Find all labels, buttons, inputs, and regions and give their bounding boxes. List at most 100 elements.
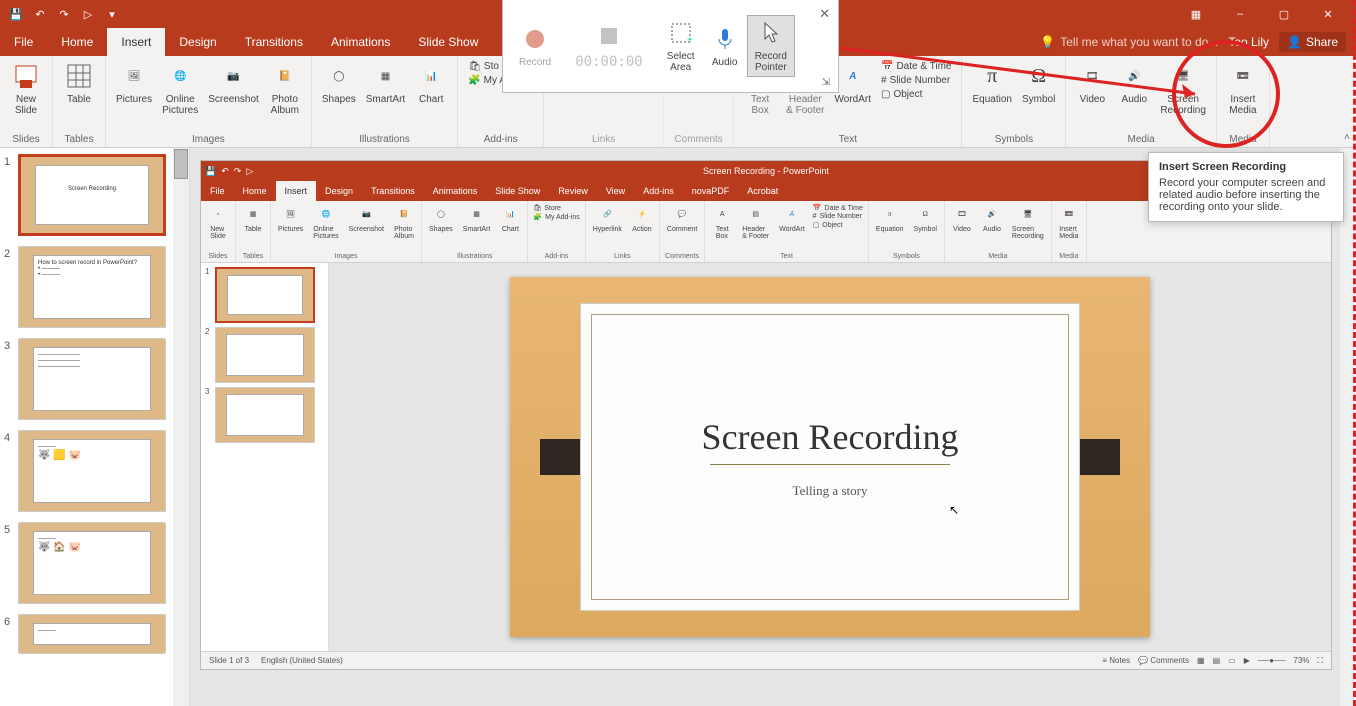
nested-tab-transitions[interactable]: Transitions xyxy=(362,181,424,201)
slide-thumbnail[interactable]: 2How to screen record in PowerPoint?• ——… xyxy=(0,244,189,330)
nested-thumbnail[interactable]: 2 xyxy=(205,327,324,383)
tab-transitions[interactable]: Transitions xyxy=(231,28,317,56)
shapes-button[interactable]: ◯Shapes xyxy=(318,58,360,132)
thumbnail-scrollbar[interactable] xyxy=(173,148,189,706)
minimize-icon[interactable]: – xyxy=(1220,0,1260,28)
close-icon[interactable]: ✕ xyxy=(1308,0,1348,28)
nested-datetime[interactable]: 📅 Date & Time xyxy=(811,204,865,212)
nested-table[interactable]: ▦Table xyxy=(239,202,267,251)
nested-shapes[interactable]: ◯Shapes xyxy=(425,202,457,251)
nested-wordart[interactable]: AWordArt xyxy=(775,202,809,251)
equation-button[interactable]: πEquation xyxy=(968,58,1015,132)
qat-more-icon[interactable]: ▾ xyxy=(104,6,120,22)
table-button[interactable]: Table xyxy=(59,58,99,132)
nested-thumbnail[interactable]: 1 xyxy=(205,267,324,323)
nested-tab-view[interactable]: View xyxy=(597,181,634,201)
nested-new-slide[interactable]: ▫New Slide xyxy=(204,202,232,251)
save-icon[interactable]: 💾 xyxy=(205,166,216,177)
symbol-button[interactable]: ΩSymbol xyxy=(1018,58,1059,132)
tell-me-search[interactable]: 💡 Tell me what you want to do... xyxy=(1040,35,1218,49)
zoom-level[interactable]: 73% xyxy=(1293,656,1309,665)
save-icon[interactable]: 💾 xyxy=(8,6,24,22)
nested-hyperlink[interactable]: 🔗Hyperlink xyxy=(589,202,626,251)
nested-online-pics[interactable]: 🌐Online Pictures xyxy=(309,202,342,251)
slide-thumbnail[interactable]: 6——— xyxy=(0,612,189,656)
chart-button[interactable]: 📊Chart xyxy=(411,58,451,132)
nested-screenrec[interactable]: 🖥Screen Recording xyxy=(1008,202,1048,251)
nested-audio[interactable]: 🔊Audio xyxy=(978,202,1006,251)
new-slide-button[interactable]: New Slide xyxy=(6,58,46,132)
nested-textbox[interactable]: AText Box xyxy=(708,202,736,251)
undo-icon[interactable]: ↶ xyxy=(32,6,48,22)
comments-button[interactable]: 💬 Comments xyxy=(1138,656,1189,665)
nested-equation[interactable]: πEquation xyxy=(872,202,908,251)
photo-album-button[interactable]: 📔Photo Album xyxy=(265,58,305,132)
nested-store[interactable]: 🛍 Store xyxy=(531,204,581,212)
tab-design[interactable]: Design xyxy=(165,28,230,56)
nested-object[interactable]: ▢ Object xyxy=(811,221,865,229)
nested-slidenum[interactable]: # Slide Number xyxy=(811,213,865,220)
object-button[interactable]: ▢Object xyxy=(877,88,955,101)
nested-pictures[interactable]: 🖼Pictures xyxy=(274,202,307,251)
screen-recording-button[interactable]: 🖥Screen Recording xyxy=(1156,58,1210,132)
view-slideshow-icon[interactable]: ▶ xyxy=(1244,656,1250,665)
tab-file[interactable]: File xyxy=(0,28,47,56)
view-normal-icon[interactable]: ▦ xyxy=(1197,656,1205,665)
nested-insertmedia[interactable]: 📼Insert Media xyxy=(1055,202,1083,251)
record-toolbar-close-icon[interactable]: ✕ xyxy=(819,6,830,22)
nested-chart[interactable]: 📊Chart xyxy=(496,202,524,251)
nested-tab-animations[interactable]: Animations xyxy=(424,181,487,201)
tab-insert[interactable]: Insert xyxy=(107,28,165,56)
nested-tab-insert[interactable]: Insert xyxy=(276,181,317,201)
smartart-button[interactable]: ▦SmartArt xyxy=(362,58,409,132)
tab-animations[interactable]: Animations xyxy=(317,28,404,56)
nested-smartart[interactable]: ▦SmartArt xyxy=(459,202,495,251)
record-audio-button[interactable]: Audio xyxy=(703,21,747,72)
record-toolbar-pin-icon[interactable]: ⇲ xyxy=(822,77,830,88)
view-sorter-icon[interactable]: ▤ xyxy=(1213,656,1221,665)
audio-button[interactable]: 🔊Audio xyxy=(1114,58,1154,132)
nested-comment[interactable]: 💬Comment xyxy=(663,202,701,251)
video-button[interactable]: 🎞Video xyxy=(1072,58,1112,132)
share-button[interactable]: 👤 Share xyxy=(1279,32,1346,52)
ribbon-display-icon[interactable]: ▦ xyxy=(1176,0,1216,28)
undo-icon[interactable]: ↶ xyxy=(221,166,229,177)
nested-tab-addins[interactable]: Add-ins xyxy=(634,181,683,201)
datetime-button[interactable]: 📅Date & Time xyxy=(877,60,955,73)
nested-video[interactable]: 🎞Video xyxy=(948,202,976,251)
nested-slide-canvas[interactable]: Screen Recording Telling a story ↖ xyxy=(329,263,1331,651)
tab-slideshow[interactable]: Slide Show xyxy=(404,28,492,56)
collapse-ribbon-icon[interactable]: ˄ xyxy=(1344,132,1350,143)
nested-symbol[interactable]: ΩSymbol xyxy=(910,202,941,251)
slide-thumbnail[interactable]: 5———🐺 🏠 🐷 xyxy=(0,520,189,606)
nested-tab-design[interactable]: Design xyxy=(316,181,362,201)
slide-thumbnail[interactable]: 1Screen Recording xyxy=(0,152,189,238)
main-scrollbar[interactable] xyxy=(1340,148,1356,706)
screenshot-button[interactable]: 📷Screenshot xyxy=(204,58,263,132)
maximize-icon[interactable]: ▢ xyxy=(1264,0,1304,28)
nested-tab-home[interactable]: Home xyxy=(234,181,276,201)
nested-tab-acrobat[interactable]: Acrobat xyxy=(738,181,787,201)
nested-tab-slideshow[interactable]: Slide Show xyxy=(486,181,549,201)
nested-screenshot[interactable]: 📷Screenshot xyxy=(345,202,388,251)
select-area-button[interactable]: + Select Area xyxy=(659,15,703,77)
nested-thumbnail[interactable]: 3 xyxy=(205,387,324,443)
tab-home[interactable]: Home xyxy=(47,28,107,56)
slide-subtitle-text[interactable]: Telling a story xyxy=(793,483,868,499)
online-pictures-button[interactable]: 🌐Online Pictures xyxy=(158,58,202,132)
zoom-slider[interactable]: ──●── xyxy=(1258,656,1286,665)
slide-title-text[interactable]: Screen Recording xyxy=(702,416,959,458)
fit-to-window-icon[interactable]: ⛶ xyxy=(1317,656,1323,666)
from-beginning-icon[interactable]: ▷ xyxy=(246,166,253,177)
nested-tab-review[interactable]: Review xyxy=(549,181,597,201)
language-status[interactable]: English (United States) xyxy=(261,656,343,665)
nested-album[interactable]: 📔Photo Album xyxy=(390,202,418,251)
redo-icon[interactable]: ↷ xyxy=(56,6,72,22)
record-button[interactable]: Record xyxy=(511,21,559,72)
pictures-button[interactable]: 🖼Pictures xyxy=(112,58,156,132)
nested-action[interactable]: ⚡Action xyxy=(628,202,656,251)
slide-thumbnail[interactable]: 4———🐺 🟨 🐷 xyxy=(0,428,189,514)
from-beginning-icon[interactable]: ▷ xyxy=(80,6,96,22)
nested-tab-novapdf[interactable]: novaPDF xyxy=(683,181,739,201)
nested-tab-file[interactable]: File xyxy=(201,181,234,201)
